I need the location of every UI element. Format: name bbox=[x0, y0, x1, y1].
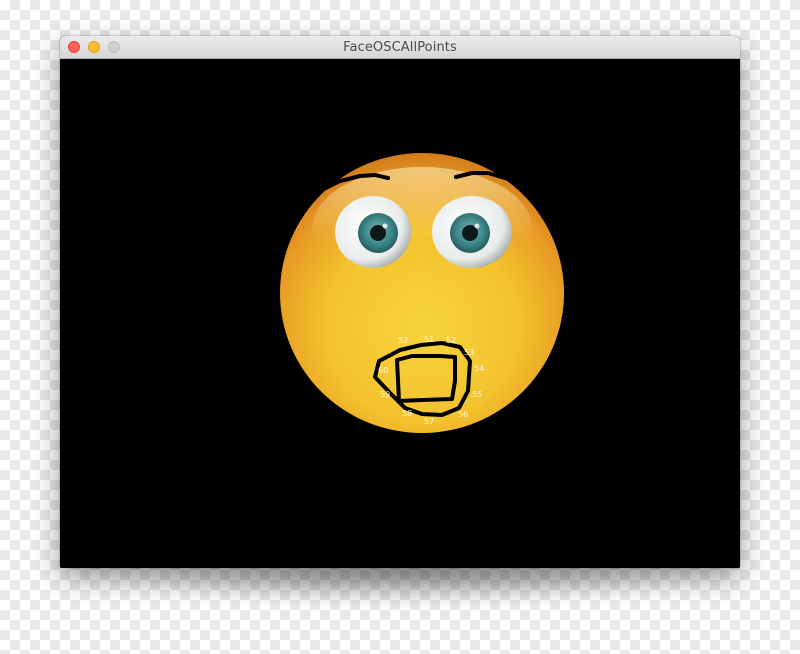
point-label: 58 bbox=[402, 409, 412, 418]
point-label: 59 bbox=[380, 390, 390, 399]
sketch-canvas[interactable]: 52 51 52 53 54 55 56 57 58 59 60 bbox=[60, 59, 740, 568]
point-label: 52 bbox=[398, 336, 408, 345]
point-label: 55 bbox=[472, 390, 482, 399]
left-eye-icon bbox=[335, 196, 411, 268]
point-label: 54 bbox=[474, 364, 484, 373]
app-window[interactable]: FaceOSCAllPoints 52 51 52 53 54 55 56 57… bbox=[60, 36, 740, 568]
shocked-emoji-face-icon bbox=[280, 153, 564, 433]
point-label: 56 bbox=[458, 410, 468, 419]
title-bar[interactable]: FaceOSCAllPoints bbox=[60, 36, 740, 59]
right-eye-icon bbox=[432, 196, 512, 268]
point-label: 52 bbox=[446, 336, 456, 345]
point-label: 51 bbox=[424, 335, 434, 344]
point-label: 57 bbox=[424, 417, 434, 426]
point-label: 53 bbox=[464, 348, 474, 357]
face-drawing: 52 51 52 53 54 55 56 57 58 59 60 bbox=[280, 153, 564, 433]
window-shadow bbox=[72, 566, 732, 606]
point-label: 60 bbox=[378, 366, 388, 375]
window-title: FaceOSCAllPoints bbox=[343, 40, 457, 55]
